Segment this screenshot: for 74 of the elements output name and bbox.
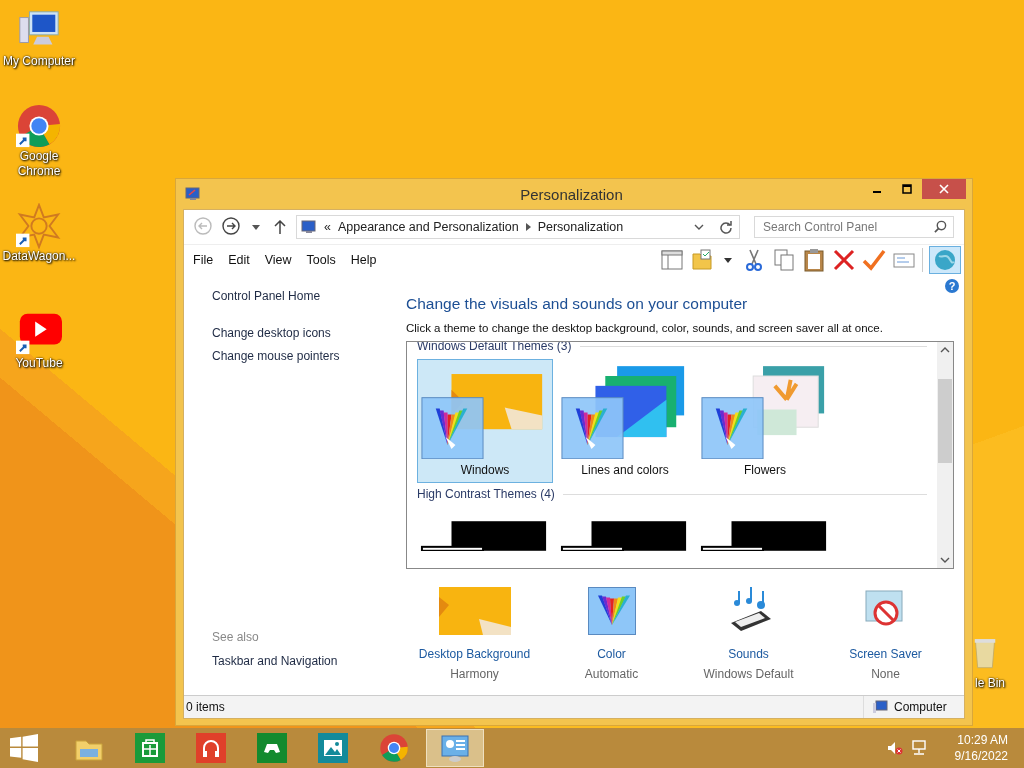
address-bar[interactable]: « Appearance and Personalization Personalization: [296, 215, 740, 239]
network-icon[interactable]: [910, 740, 927, 756]
theme-name: Lines and colors: [581, 463, 669, 477]
photo-icon: [318, 733, 348, 763]
delete-icon[interactable]: [832, 248, 856, 272]
dropdown-caret-icon[interactable]: [252, 224, 260, 230]
sidebar-link[interactable]: Change desktop icons: [212, 326, 406, 340]
monitor-icon: [301, 219, 317, 235]
forward-button[interactable]: [220, 216, 242, 238]
setting-link[interactable]: Sounds: [728, 647, 769, 661]
page-heading: Change the visuals and sounds on your computer: [406, 295, 749, 313]
refresh-icon[interactable]: [719, 220, 733, 234]
theme-name: Flowers: [744, 463, 786, 477]
breadcrumb-item[interactable]: Personalization: [537, 220, 624, 234]
setting-link[interactable]: Desktop Background: [418, 647, 531, 661]
setting-value: Automatic: [584, 667, 639, 681]
scrollbar[interactable]: [937, 342, 953, 568]
maximize-icon: [902, 184, 912, 194]
setting-value: Harmony: [450, 667, 499, 681]
sidebar-link[interactable]: Taskbar and Navigation: [212, 654, 406, 668]
setting-link[interactable]: Color: [597, 647, 626, 661]
monitor-icon: [185, 186, 201, 202]
chrome-icon[interactable]: [16, 103, 62, 149]
group-heading: Windows Default Themes (3): [417, 342, 572, 353]
menu-item[interactable]: View: [264, 253, 292, 267]
breadcrumb-item[interactable]: Appearance and Personalization: [337, 220, 519, 234]
theme-tile[interactable]: Flowers: [697, 359, 833, 483]
theme-name: Windows: [460, 463, 510, 477]
menu-item[interactable]: File: [193, 253, 214, 267]
breadcrumb-overflow[interactable]: «: [324, 220, 331, 234]
setting-value: None: [871, 667, 900, 681]
dropdown-caret-icon[interactable]: [724, 257, 732, 263]
taskbar-button[interactable]: [426, 729, 484, 767]
computer-icon: [872, 700, 888, 714]
item-count: 0 items: [186, 700, 225, 714]
up-arrow-icon[interactable]: [274, 220, 286, 234]
scrollbar-thumb[interactable]: [938, 379, 952, 463]
theme-tile[interactable]: Windows: [417, 359, 553, 483]
search-icon[interactable]: [934, 220, 947, 233]
page-description: Click a theme to change the desktop background, color, sounds, and screen saver all at once.: [406, 322, 884, 334]
game-controller-icon: [257, 733, 287, 763]
muted-speaker-icon[interactable]: [886, 740, 903, 756]
windows-logo-icon[interactable]: [10, 734, 38, 762]
chevron-icon[interactable]: [525, 223, 531, 231]
preview-pane-icon[interactable]: [660, 248, 684, 272]
scroll-down-icon[interactable]: [940, 557, 950, 563]
color-palette-icon[interactable]: [587, 587, 636, 635]
star-emblem-icon[interactable]: [16, 203, 62, 249]
scroll-up-icon[interactable]: [940, 347, 950, 353]
minimize-icon: [873, 191, 881, 193]
group-heading: High Contrast Themes (4): [417, 487, 555, 501]
chrome-icon: [379, 733, 409, 763]
help-button[interactable]: ?: [945, 279, 959, 293]
sidebar-link[interactable]: Control Panel Home: [212, 289, 406, 303]
setting-link[interactable]: Screen Saver: [849, 647, 922, 661]
menu-item[interactable]: Help: [350, 253, 377, 267]
chevron-down-icon[interactable]: [694, 224, 704, 230]
checkmark-icon[interactable]: [862, 248, 886, 272]
menu-item[interactable]: Edit: [228, 253, 250, 267]
location-label: Computer: [894, 700, 948, 714]
close-icon: [939, 184, 949, 194]
wallpaper-thumbnail-icon[interactable]: [438, 587, 511, 635]
control-panel-icon: [440, 733, 470, 763]
setting-value: Windows Default: [703, 667, 794, 681]
menu-item[interactable]: Tools: [306, 253, 336, 267]
search-field[interactable]: Search Control Panel: [754, 216, 954, 238]
sidebar-link[interactable]: Change mouse pointers: [212, 349, 406, 363]
headphones-icon: [196, 733, 226, 763]
shopping-bag-icon: [135, 733, 165, 763]
window-title: Personalization: [519, 185, 624, 203]
see-also-heading: See also: [212, 630, 260, 644]
folder-icon[interactable]: [690, 248, 714, 272]
theme-tile[interactable]: Lines and colors: [557, 359, 693, 483]
clipboard-icon[interactable]: [802, 248, 826, 272]
